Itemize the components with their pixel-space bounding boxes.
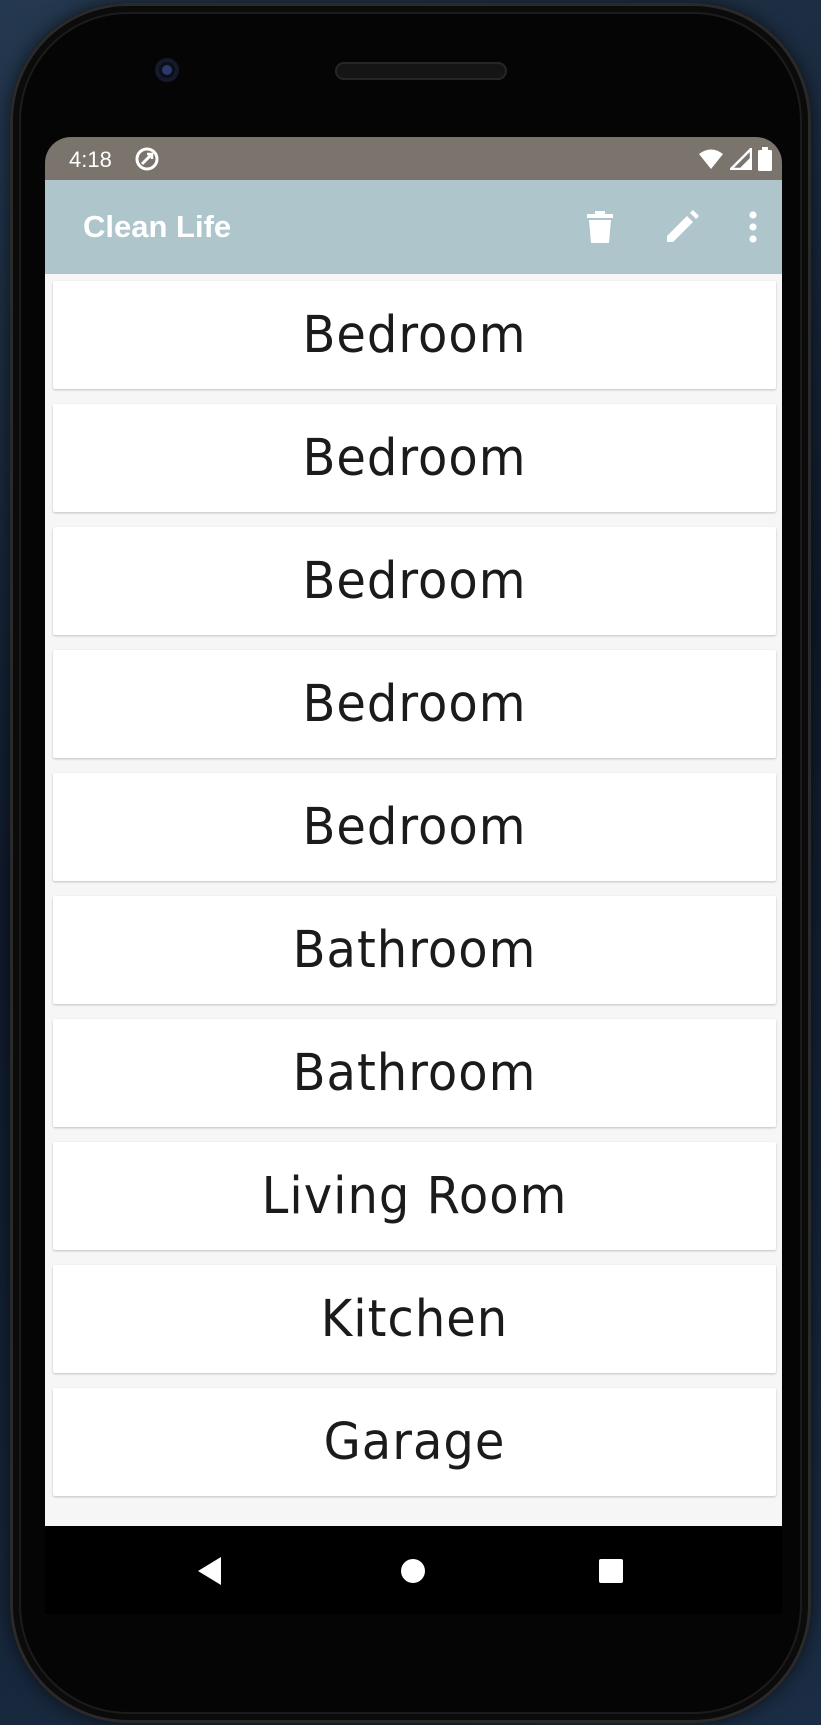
room-card[interactable]: Bedroom [53,527,776,635]
room-card[interactable]: Bathroom [53,1019,776,1127]
room-list: Bedroom Bedroom Bedroom Bedroom Bedroom … [45,274,782,1526]
room-label: Bedroom [302,428,527,488]
room-label: Garage [323,1412,506,1472]
room-card[interactable]: Garage [53,1388,776,1496]
room-card[interactable]: Bedroom [53,773,776,881]
back-button[interactable] [185,1546,235,1596]
edit-button[interactable] [657,202,707,252]
home-button[interactable] [388,1546,438,1596]
status-time: 4:18 [69,147,112,172]
room-label: Bedroom [302,551,527,611]
battery-icon [758,147,772,171]
home-icon [401,1559,425,1583]
signal-icon [730,148,752,170]
app-title: Clean Life [83,209,232,244]
earpiece-speaker [335,62,507,80]
room-card[interactable]: Bedroom [53,650,776,758]
front-camera [155,58,179,82]
recents-icon [599,1559,623,1583]
room-card[interactable]: Bedroom [53,281,776,389]
phone-frame: 4:18 Clean Life Bedroom Bedroom Bedroom … [10,3,811,1723]
delete-button[interactable] [575,202,625,252]
room-label: Bathroom [292,1043,537,1103]
room-label: Living Room [261,1166,568,1226]
room-card[interactable]: Bedroom [53,404,776,512]
room-card[interactable]: Bathroom [53,896,776,1004]
room-card[interactable]: Living Room [53,1142,776,1250]
screen: 4:18 Clean Life Bedroom Bedroom Bedroom … [45,137,782,1614]
room-label: Bedroom [302,674,527,734]
sync-icon [135,147,159,171]
recents-button[interactable] [586,1546,636,1596]
more-vert-icon [749,211,757,243]
room-label: Bedroom [302,797,527,857]
room-label: Bedroom [302,305,527,365]
status-icons [698,145,772,173]
edit-icon [667,210,699,242]
delete-icon [587,211,613,243]
room-label: Kitchen [320,1289,509,1349]
room-card[interactable]: Kitchen [53,1265,776,1373]
room-label: Bathroom [292,920,537,980]
more-options-button[interactable] [728,202,778,252]
navigation-bar [45,1526,782,1614]
back-icon [198,1557,221,1585]
wifi-icon [699,149,723,169]
app-bar: Clean Life [45,180,782,274]
status-bar: 4:18 [45,137,782,180]
